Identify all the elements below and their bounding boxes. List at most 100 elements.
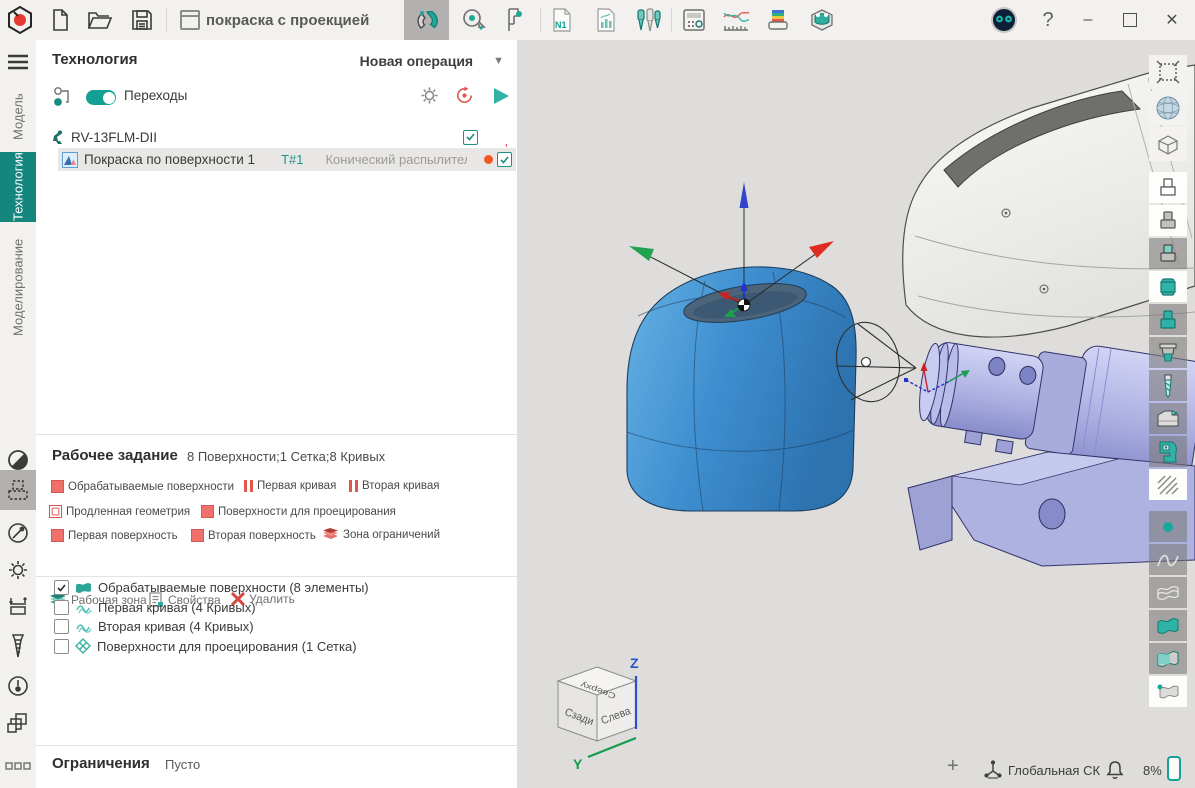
surface-outline-button[interactable] [1149,577,1187,608]
tool-teal-step-button[interactable] [1149,304,1187,335]
legend-label: Первая поверхность [68,530,178,542]
solid-view-button[interactable] [1149,127,1187,161]
render-mode-button[interactable] [1149,91,1187,125]
simulation-cube-icon [808,7,836,33]
nc-program-button[interactable]: N1 [544,3,580,37]
restriction-zone-icon [322,527,339,542]
magnet-snap-button[interactable] [404,0,449,40]
scene-3d[interactable]: Сверху Сзади Слева Z Y [517,40,1195,788]
surface-point-button[interactable] [1149,676,1187,707]
report-document-icon [593,7,619,33]
item-checkbox-checked[interactable] [54,580,69,595]
job-item-first-curve[interactable]: Первая кривая (4 Кривых) [54,600,256,615]
tree-row-machine[interactable]: RV-13FLM-DII [48,126,504,148]
close-button[interactable]: ✕ [1154,3,1190,37]
item-checkbox[interactable] [54,639,69,654]
simulation-button[interactable] [804,3,840,37]
open-project-button[interactable] [82,3,118,37]
job-item-projection-surfaces[interactable]: Поверхности для проецирования (1 Сетка) [54,638,357,654]
copies-icon [6,711,30,735]
graphs-button[interactable] [718,3,754,37]
stock-button[interactable] [1149,403,1187,434]
add-view-button[interactable]: + [947,755,959,778]
job-title: Рабочее задание [52,447,178,464]
tool-teal-button[interactable] [1149,271,1187,302]
workpiece-setup-button[interactable] [0,591,36,623]
more-button[interactable] [0,750,36,782]
assistant-button[interactable] [986,3,1022,37]
postprocessor-button[interactable] [760,3,796,37]
structure-button[interactable] [53,86,75,108]
item-checkbox[interactable] [54,619,69,634]
tools-library-button[interactable] [630,3,666,37]
drill-tool-icon [8,633,28,659]
surface-teal-button[interactable] [1149,610,1187,641]
legend-item: Поверхности для проецирования [201,505,396,518]
point-mode-button[interactable] [1149,511,1187,542]
notifications-button[interactable] [1105,759,1125,781]
app-logo-button[interactable] [2,3,38,37]
report-button[interactable] [588,3,624,37]
job-item-second-curve[interactable]: Вторая кривая (4 Кривых) [54,619,254,634]
view-cube[interactable]: Сверху Сзади Слева Z Y [558,655,639,772]
item-checkbox[interactable] [54,600,69,615]
maximize-button[interactable] [1112,3,1148,37]
tab-modeling[interactable]: Моделирование [0,228,36,346]
tool-teal-gray-button[interactable] [1149,238,1187,269]
help-button[interactable]: ? [1030,3,1066,37]
fit-selection-button[interactable] [1149,55,1187,89]
constraints-value: Пусто [165,757,200,772]
settings-button[interactable] [0,554,36,586]
hamburger-icon [7,54,29,70]
tab-model[interactable]: Модель [0,86,36,148]
recalculate-button[interactable] [454,85,475,106]
job-summary: 8 Поверхности;1 Сетка;8 Кривых [187,449,385,464]
tool-gray-button[interactable] [1149,205,1187,236]
viewcube-z-label: Z [630,655,639,671]
minimize-button[interactable]: – [1070,3,1106,37]
mesh-icon [75,638,91,654]
tree-row-operation[interactable]: Покраска по поверхности 1 T#1 Конический… [58,148,516,171]
recalculate-icon [454,85,475,106]
compass-button[interactable] [0,517,36,549]
curve-mode-button[interactable] [1149,544,1187,575]
gear-icon [419,85,440,106]
assistant-robot-face-icon [989,5,1019,35]
surface-teal-gray-button[interactable] [1149,643,1187,674]
operation-enabled-checkbox[interactable] [497,152,512,167]
legend-swatch-filled [201,505,214,518]
hatch-curves-button[interactable] [1149,469,1187,500]
simulation-progress: 8% [1143,763,1162,778]
transitions-toggle[interactable] [86,90,116,105]
measure-tape-button[interactable] [456,3,492,37]
transitions-structure-icon [53,86,75,108]
tool-button[interactable] [0,630,36,662]
copies-button[interactable] [0,707,36,739]
solid-box-icon [1155,132,1181,156]
machine-scheme-button[interactable] [0,470,36,510]
machine-enabled-checkbox[interactable] [463,130,478,145]
tool-drill-button[interactable] [1149,370,1187,401]
operation-settings-button[interactable] [419,85,440,106]
viewcube-y-label: Y [573,756,583,772]
new-operation-button[interactable]: Новая операция ▼ [360,53,504,69]
project-window-button[interactable] [172,3,208,37]
tool-cone-button[interactable] [1149,337,1187,368]
main-menu-button[interactable] [0,46,36,78]
coordinate-system-name[interactable]: Глобальная СК [1008,763,1100,778]
job-item-surfaces[interactable]: Обрабатываемые поверхности (8 элементы) [54,580,369,595]
new-document-icon [48,8,72,32]
fixture-button[interactable] [1149,436,1187,467]
plus-icon: + [947,755,959,778]
caliper-button[interactable] [498,3,534,37]
tab-technology[interactable]: Технология [0,152,36,222]
operation-name: Покраска по поверхности 1 [84,152,255,167]
viewport-3d[interactable]: Сверху Сзади Слева Z Y [517,40,1195,788]
run-simulation-button[interactable] [491,86,511,106]
coordinate-system-button[interactable] [983,760,1003,780]
new-document-button[interactable] [42,3,78,37]
tool-blank-button[interactable] [1149,172,1187,203]
save-project-button[interactable] [124,3,160,37]
calculator-button[interactable] [676,3,712,37]
gauge-button[interactable] [0,670,36,702]
